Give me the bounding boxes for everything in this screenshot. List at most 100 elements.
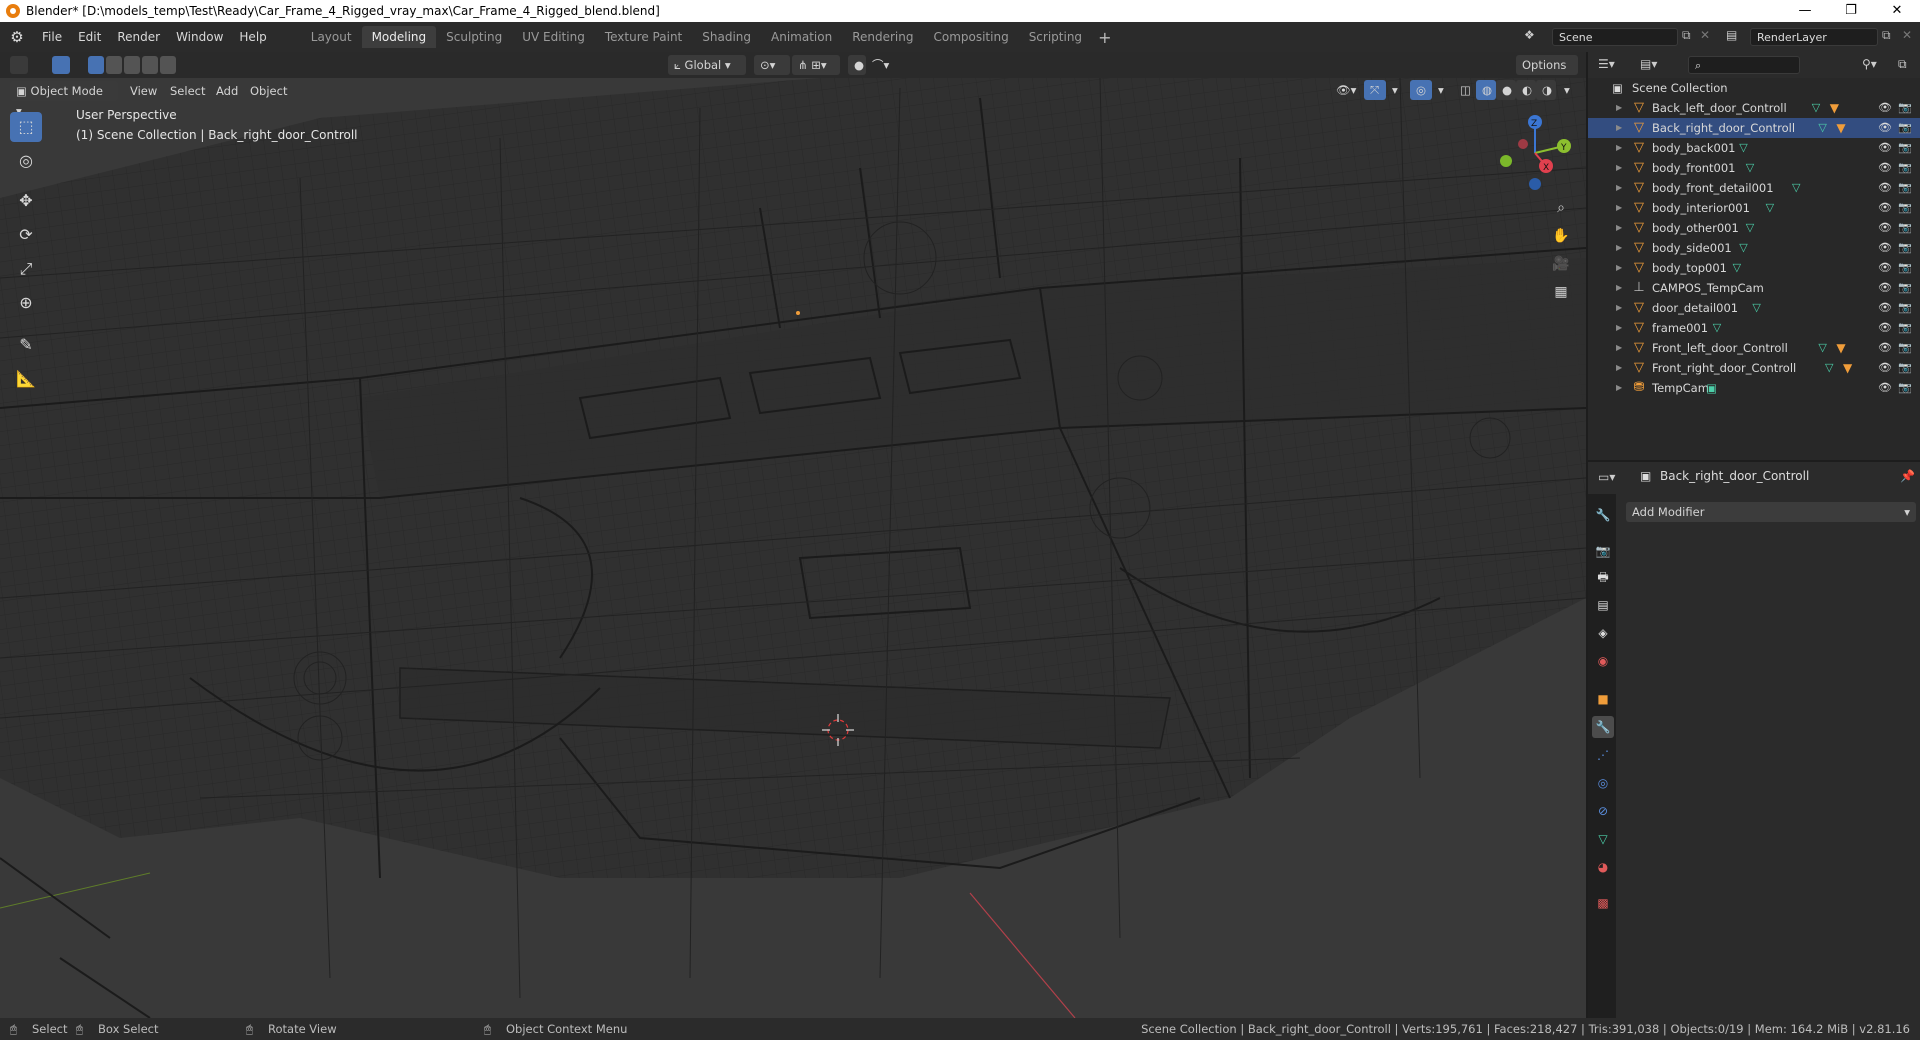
shading-material-button[interactable]: ◐: [1516, 80, 1536, 100]
eye-icon[interactable]: 👁: [1878, 338, 1892, 358]
delete-view-layer-icon[interactable]: ✕: [1902, 28, 1912, 42]
measure-tool[interactable]: 📐: [10, 364, 42, 394]
new-collection-icon[interactable]: ⧉: [1898, 57, 1907, 72]
outliner-item[interactable]: ▶ ▽ door_detail001 👁 📷 ▽: [1588, 298, 1920, 318]
select-mode-extend-icon[interactable]: [106, 56, 122, 74]
tab-modeling[interactable]: Modeling: [361, 26, 437, 48]
render-camera-icon[interactable]: 📷: [1898, 318, 1912, 338]
zoom-icon[interactable]: ⌕: [1549, 196, 1573, 220]
camera-view-icon[interactable]: 🎥: [1549, 252, 1573, 276]
tab-texture-paint[interactable]: Texture Paint: [595, 26, 692, 48]
view-layer-icon[interactable]: ▤: [1726, 28, 1737, 42]
render-camera-icon[interactable]: 📷: [1898, 198, 1912, 218]
eye-icon[interactable]: 👁: [1878, 238, 1892, 258]
tab-world-icon[interactable]: ◉: [1592, 650, 1614, 672]
eye-icon[interactable]: 👁: [1878, 178, 1892, 198]
move-tool[interactable]: ✥: [10, 186, 42, 216]
scene-icon[interactable]: ❖: [1524, 28, 1535, 42]
render-camera-icon[interactable]: 📷: [1898, 298, 1912, 318]
menu-help[interactable]: Help: [231, 26, 274, 48]
shading-dropdown[interactable]: ▾: [1558, 80, 1576, 100]
tab-tool-icon[interactable]: 🔧: [1592, 504, 1614, 526]
outliner-item[interactable]: ▶ ▽ body_front_detail001 👁 📷 ▽: [1588, 178, 1920, 198]
options-dropdown[interactable]: Options ▾: [1516, 55, 1578, 92]
outliner-item[interactable]: ▶ ▽ body_interior001 👁 📷 ▽: [1588, 198, 1920, 218]
close-button[interactable]: ✕: [1874, 0, 1920, 22]
tab-constraints-icon[interactable]: ⊘: [1592, 800, 1614, 822]
expand-arrow-icon[interactable]: ▶: [1616, 318, 1622, 338]
render-camera-icon[interactable]: 📷: [1898, 218, 1912, 238]
expand-arrow-icon[interactable]: ▶: [1616, 158, 1622, 178]
properties-editor-type-icon[interactable]: ▭▾: [1598, 470, 1615, 484]
3d-viewport[interactable]: ▣ Object Mode ▾ View Select Add Object 👁…: [0, 78, 1586, 1018]
tab-modifier-icon[interactable]: 🔧: [1592, 716, 1614, 738]
outliner-item[interactable]: ▶ ⊥ CAMPOS_TempCam 👁 📷: [1588, 278, 1920, 298]
eye-icon[interactable]: 👁: [1878, 378, 1892, 398]
expand-arrow-icon[interactable]: ▶: [1616, 218, 1622, 238]
render-camera-icon[interactable]: 📷: [1898, 378, 1912, 398]
expand-arrow-icon[interactable]: ▶: [1616, 118, 1622, 138]
scale-tool[interactable]: ⤢: [10, 254, 42, 284]
outliner-editor-type-icon[interactable]: ☰▾: [1598, 57, 1615, 71]
proportional-edit-toggle[interactable]: ●: [848, 55, 866, 75]
ortho-grid-icon[interactable]: ▦: [1549, 280, 1573, 304]
delete-scene-icon[interactable]: ✕: [1700, 28, 1710, 42]
outliner-scene-collection[interactable]: ▣ Scene Collection: [1588, 78, 1920, 98]
render-camera-icon[interactable]: 📷: [1898, 118, 1912, 138]
select-mode-intersect-icon[interactable]: [160, 56, 176, 74]
eye-icon[interactable]: 👁: [1878, 218, 1892, 238]
menu-render[interactable]: Render: [109, 26, 168, 48]
eye-icon[interactable]: 👁: [1878, 158, 1892, 178]
transform-orientation-dropdown[interactable]: ⟀ Global ▾: [668, 55, 746, 75]
add-workspace-button[interactable]: +: [1092, 28, 1117, 47]
select-mode-new-icon[interactable]: [88, 56, 104, 74]
render-camera-icon[interactable]: 📷: [1898, 158, 1912, 178]
render-camera-icon[interactable]: 📷: [1898, 278, 1912, 298]
eye-icon[interactable]: 👁: [1878, 298, 1892, 318]
tab-physics-icon[interactable]: ◎: [1592, 772, 1614, 794]
eye-icon[interactable]: 👁: [1878, 358, 1892, 378]
tab-texture-icon[interactable]: ▩: [1592, 892, 1614, 914]
shading-rendered-button[interactable]: ◑: [1536, 80, 1556, 100]
menu-object[interactable]: Object: [244, 81, 293, 101]
shading-wireframe-button[interactable]: ◍: [1476, 80, 1496, 100]
menu-add[interactable]: Add: [210, 81, 244, 101]
maximize-button[interactable]: ❐: [1828, 0, 1874, 22]
navigation-gizmo[interactable]: Z Y X: [1490, 108, 1580, 198]
select-mode-subtract-icon[interactable]: [124, 56, 140, 74]
rotate-tool[interactable]: ⟳: [10, 220, 42, 250]
gizmo-toggle[interactable]: ⤧: [1364, 80, 1386, 100]
expand-arrow-icon[interactable]: ▶: [1616, 138, 1622, 158]
eye-icon[interactable]: 👁: [1878, 118, 1892, 138]
view-layer-field[interactable]: RenderLayer: [1750, 28, 1878, 46]
outliner-item[interactable]: ▶ ▽ Back_right_door_Controll 👁 📷 ▽ ▼: [1588, 118, 1920, 138]
tab-view-layer-icon[interactable]: ▤: [1592, 594, 1614, 616]
render-camera-icon[interactable]: 📷: [1898, 98, 1912, 118]
expand-arrow-icon[interactable]: ▶: [1616, 338, 1622, 358]
tab-render-icon[interactable]: 📷: [1592, 540, 1614, 562]
outliner-item[interactable]: ▶ ▽ Back_left_door_Controll 👁 📷 ▽ ▼: [1588, 98, 1920, 118]
tab-data-icon[interactable]: ▽: [1592, 828, 1614, 850]
shading-solid-button[interactable]: ●: [1496, 80, 1516, 100]
expand-arrow-icon[interactable]: ▶: [1616, 358, 1622, 378]
minimize-button[interactable]: —: [1782, 0, 1828, 22]
select-box-tool[interactable]: ⬚: [10, 112, 42, 142]
new-scene-icon[interactable]: ⧉: [1682, 28, 1691, 43]
cursor-tool[interactable]: ◎: [10, 146, 42, 176]
tab-uv-editing[interactable]: UV Editing: [512, 26, 595, 48]
editor-type-icon[interactable]: [10, 56, 28, 74]
tab-rendering[interactable]: Rendering: [842, 26, 923, 48]
outliner-item[interactable]: ▶ ▽ body_front001 👁 📷 ▽: [1588, 158, 1920, 178]
pan-hand-icon[interactable]: ✋: [1549, 224, 1573, 248]
render-camera-icon[interactable]: 📷: [1898, 138, 1912, 158]
outliner-item[interactable]: ▶ ⛃ TempCam 👁 📷 ▣: [1588, 378, 1920, 398]
new-view-layer-icon[interactable]: ⧉: [1882, 28, 1891, 43]
expand-arrow-icon[interactable]: ▶: [1616, 278, 1622, 298]
tab-object-icon[interactable]: ■: [1592, 688, 1614, 710]
tab-material-icon[interactable]: ◕: [1592, 856, 1614, 878]
render-camera-icon[interactable]: 📷: [1898, 258, 1912, 278]
scene-name-field[interactable]: Scene: [1552, 28, 1678, 46]
pivot-point-dropdown[interactable]: ⊙▾: [754, 55, 790, 75]
add-modifier-dropdown[interactable]: Add Modifier ▾: [1626, 502, 1916, 522]
expand-arrow-icon[interactable]: ▶: [1616, 258, 1622, 278]
